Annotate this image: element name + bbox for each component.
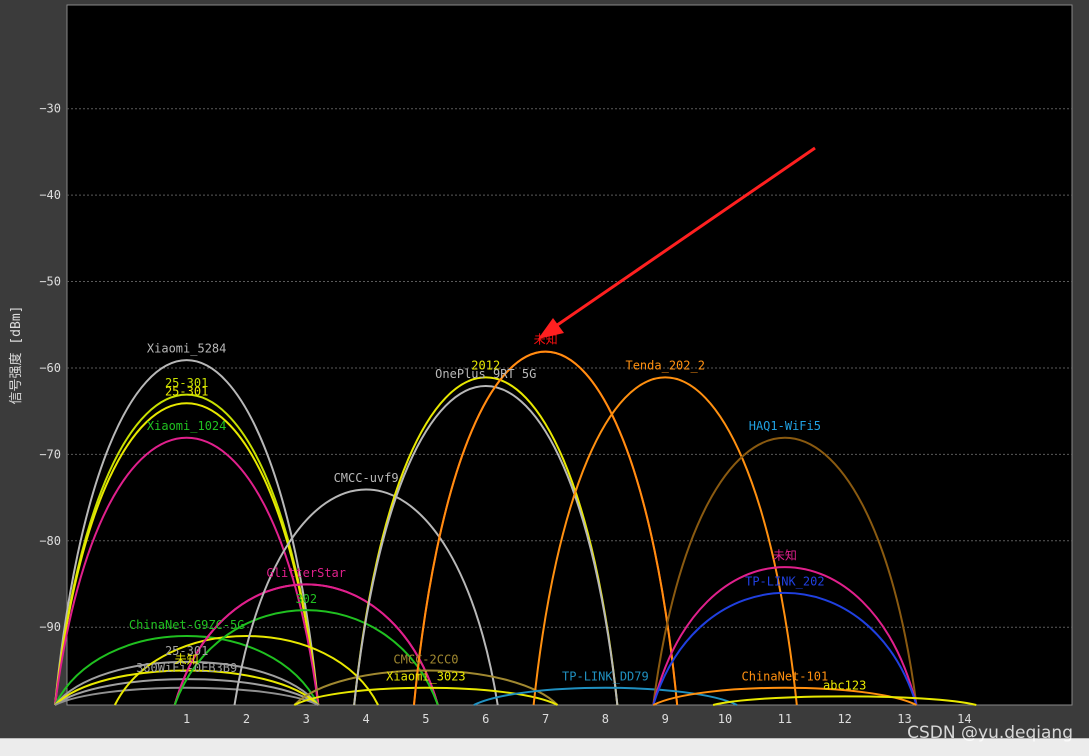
network-label: CMCC-2CC0 <box>393 652 458 666</box>
network-label: 302 <box>295 592 317 606</box>
network-label: ChinaNet-101 <box>742 670 829 684</box>
network-label: 未知 <box>773 549 797 563</box>
network-label: abc123 <box>823 678 866 692</box>
x-tick-label: 3 <box>303 712 310 726</box>
x-tick-label: 5 <box>422 712 429 726</box>
network-label: 未知 <box>175 652 199 666</box>
x-tick-label: 10 <box>718 712 732 726</box>
y-tick-label: −70 <box>39 447 61 461</box>
network-label: Xiaomi_1024 <box>147 419 226 433</box>
x-tick-label: 12 <box>837 712 851 726</box>
network-label: Xiaomi_3023 <box>386 670 465 684</box>
x-tick-label: 1 <box>183 712 190 726</box>
y-tick-label: −80 <box>39 534 61 548</box>
network-label: TP-LINK_202 <box>745 575 824 589</box>
y-tick-label: −40 <box>39 188 61 202</box>
wifi-channel-chart: Xiaomi_528425-30125-301Xiaomi_1024ChinaN… <box>8 4 1073 726</box>
x-tick-label: 9 <box>662 712 669 726</box>
x-tick-label: 7 <box>542 712 549 726</box>
x-tick-label: 2 <box>243 712 250 726</box>
network-label: ChinaNet-G9ZC-5G <box>129 618 245 632</box>
y-tick-label: −60 <box>39 361 61 375</box>
network-label: Xiaomi_5284 <box>147 341 226 355</box>
network-label: TP-LINK_DD79 <box>562 670 649 684</box>
network-label: HAQ1-WiFi5 <box>749 419 821 433</box>
network-label: Tenda_202_2 <box>625 359 704 373</box>
y-tick-label: −90 <box>39 620 61 634</box>
y-axis-label: 信号强度 [dBm] <box>8 306 24 405</box>
network-label: 25-301 <box>165 385 208 399</box>
network-label: GlitterStar <box>267 566 346 580</box>
x-tick-label: 11 <box>778 712 792 726</box>
y-tick-label: −50 <box>39 275 61 289</box>
network-label: CMCC-uvf9 <box>334 471 399 485</box>
x-tick-label: 8 <box>602 712 609 726</box>
y-tick-label: −30 <box>39 102 61 116</box>
x-tick-label: 6 <box>482 712 489 726</box>
network-label: OnePlus 9RT 5G <box>435 367 536 381</box>
x-tick-label: 4 <box>362 712 369 726</box>
watermark: CSDN @yu.deqiang <box>907 723 1073 743</box>
